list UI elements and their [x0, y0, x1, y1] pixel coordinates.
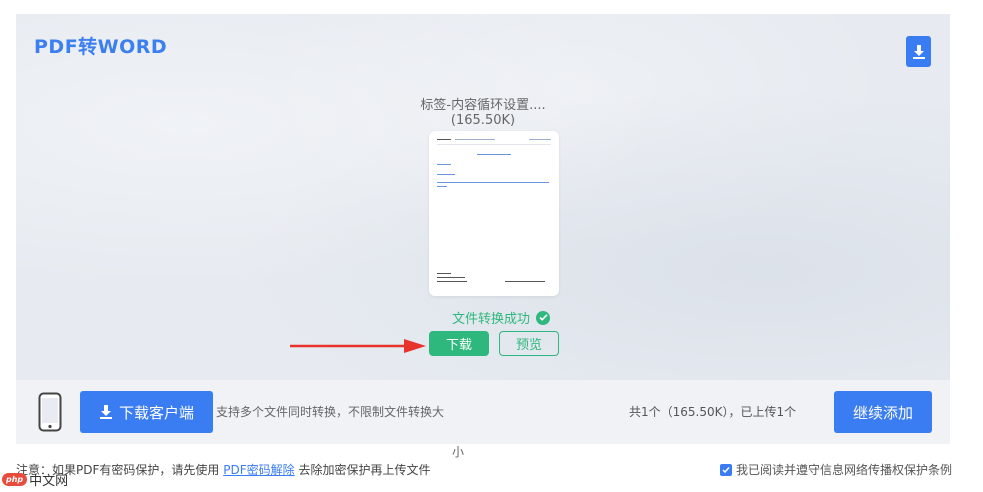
upload-count: 共1个（165.50K），已上传1个	[629, 405, 797, 419]
agreement[interactable]: 我已阅读并遵守信息网络传播权保护条例	[719, 461, 952, 478]
status-text: 文件转换成功	[452, 312, 531, 327]
download-button[interactable]: 下载	[429, 331, 489, 356]
conversion-panel: PDF转WORD 标签-内容循环设置.... (165.50K) 文件转换成功 …	[16, 14, 950, 380]
page-title: PDF转WORD	[34, 36, 168, 58]
file-size: (165.50K)	[450, 113, 516, 128]
download-icon	[99, 405, 112, 419]
support-text: 支持多个文件同时转换，不限制文件转换大	[216, 405, 445, 419]
php-logo: php	[2, 473, 28, 486]
document-thumbnail[interactable]	[429, 131, 559, 296]
pointer-arrow	[290, 339, 426, 353]
notice: 注意：如果PDF有密码保护，请先使用 PDF密码解除 去除加密保护再上传文件	[16, 461, 430, 478]
phone-icon	[38, 392, 62, 432]
preview-button[interactable]: 预览	[499, 331, 559, 356]
download-client-button[interactable]: 下载客户端	[80, 391, 213, 433]
pdf-password-link[interactable]: PDF密码解除	[223, 463, 294, 477]
download-all-button[interactable]	[906, 36, 931, 67]
download-icon	[912, 44, 925, 59]
download-client-label: 下载客户端	[118, 403, 194, 422]
support-text-wrap: 小	[452, 445, 465, 459]
agreement-label: 我已阅读并遵守信息网络传播权保护条例	[735, 463, 952, 477]
bottom-bar: 下载客户端 支持多个文件同时转换，不限制文件转换大 共1个（165.50K），已…	[16, 380, 950, 444]
watermark-text: 中文网	[29, 474, 69, 489]
continue-add-button[interactable]: 继续添加	[834, 391, 932, 433]
agreement-checkbox[interactable]	[719, 463, 732, 476]
check-circle-icon	[536, 310, 551, 325]
file-name: 标签-内容循环设置....	[420, 98, 546, 113]
notice-suffix: 去除加密保护再上传文件	[298, 463, 431, 477]
conversion-status: 文件转换成功	[452, 308, 551, 327]
site-watermark: php 中文网	[2, 470, 68, 489]
check-icon	[722, 466, 730, 473]
